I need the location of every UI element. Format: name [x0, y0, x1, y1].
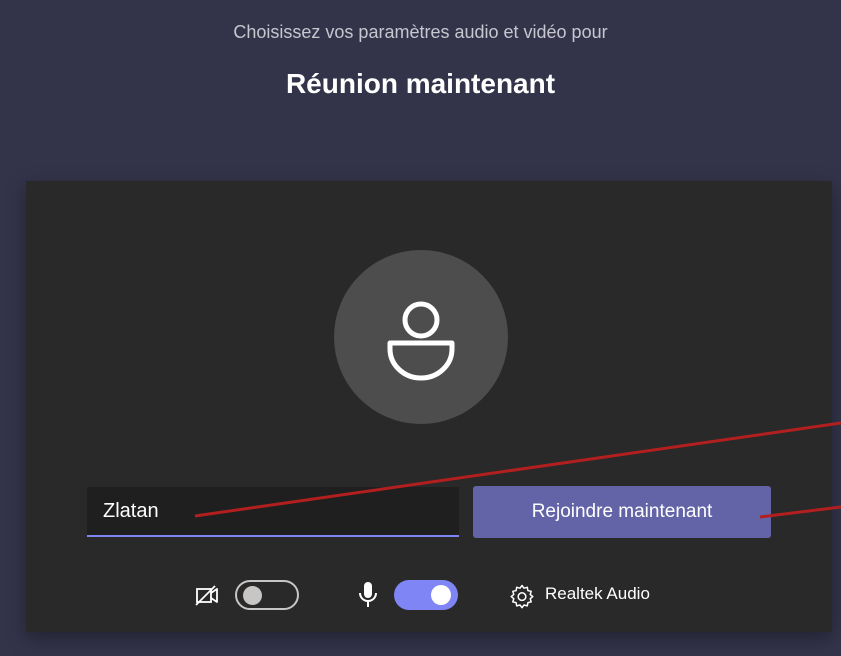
name-field[interactable] [87, 487, 459, 537]
toggle-knob [243, 586, 262, 605]
meeting-prejoin-screen: Choisissez vos paramètres audio et vidéo… [0, 0, 841, 656]
toggle-knob [431, 585, 451, 605]
gear-icon[interactable] [509, 583, 535, 609]
video-off-icon [195, 585, 218, 606]
header-subtitle: Choisissez vos paramètres audio et vidéo… [233, 22, 608, 42]
join-now-button[interactable]: Rejoindre maintenant [473, 486, 771, 538]
avatar [334, 250, 508, 424]
video-preview-panel: Rejoindre maintenant Real [26, 181, 832, 632]
audio-device-label[interactable]: Realtek Audio [545, 584, 650, 604]
name-input[interactable] [87, 487, 459, 535]
meeting-title: Réunion maintenant [285, 68, 556, 99]
microphone-toggle[interactable] [394, 580, 458, 610]
person-icon [387, 301, 455, 381]
camera-toggle[interactable] [235, 580, 299, 610]
device-controls-bar: Realtek Audio [26, 576, 832, 616]
microphone-icon [359, 582, 377, 607]
